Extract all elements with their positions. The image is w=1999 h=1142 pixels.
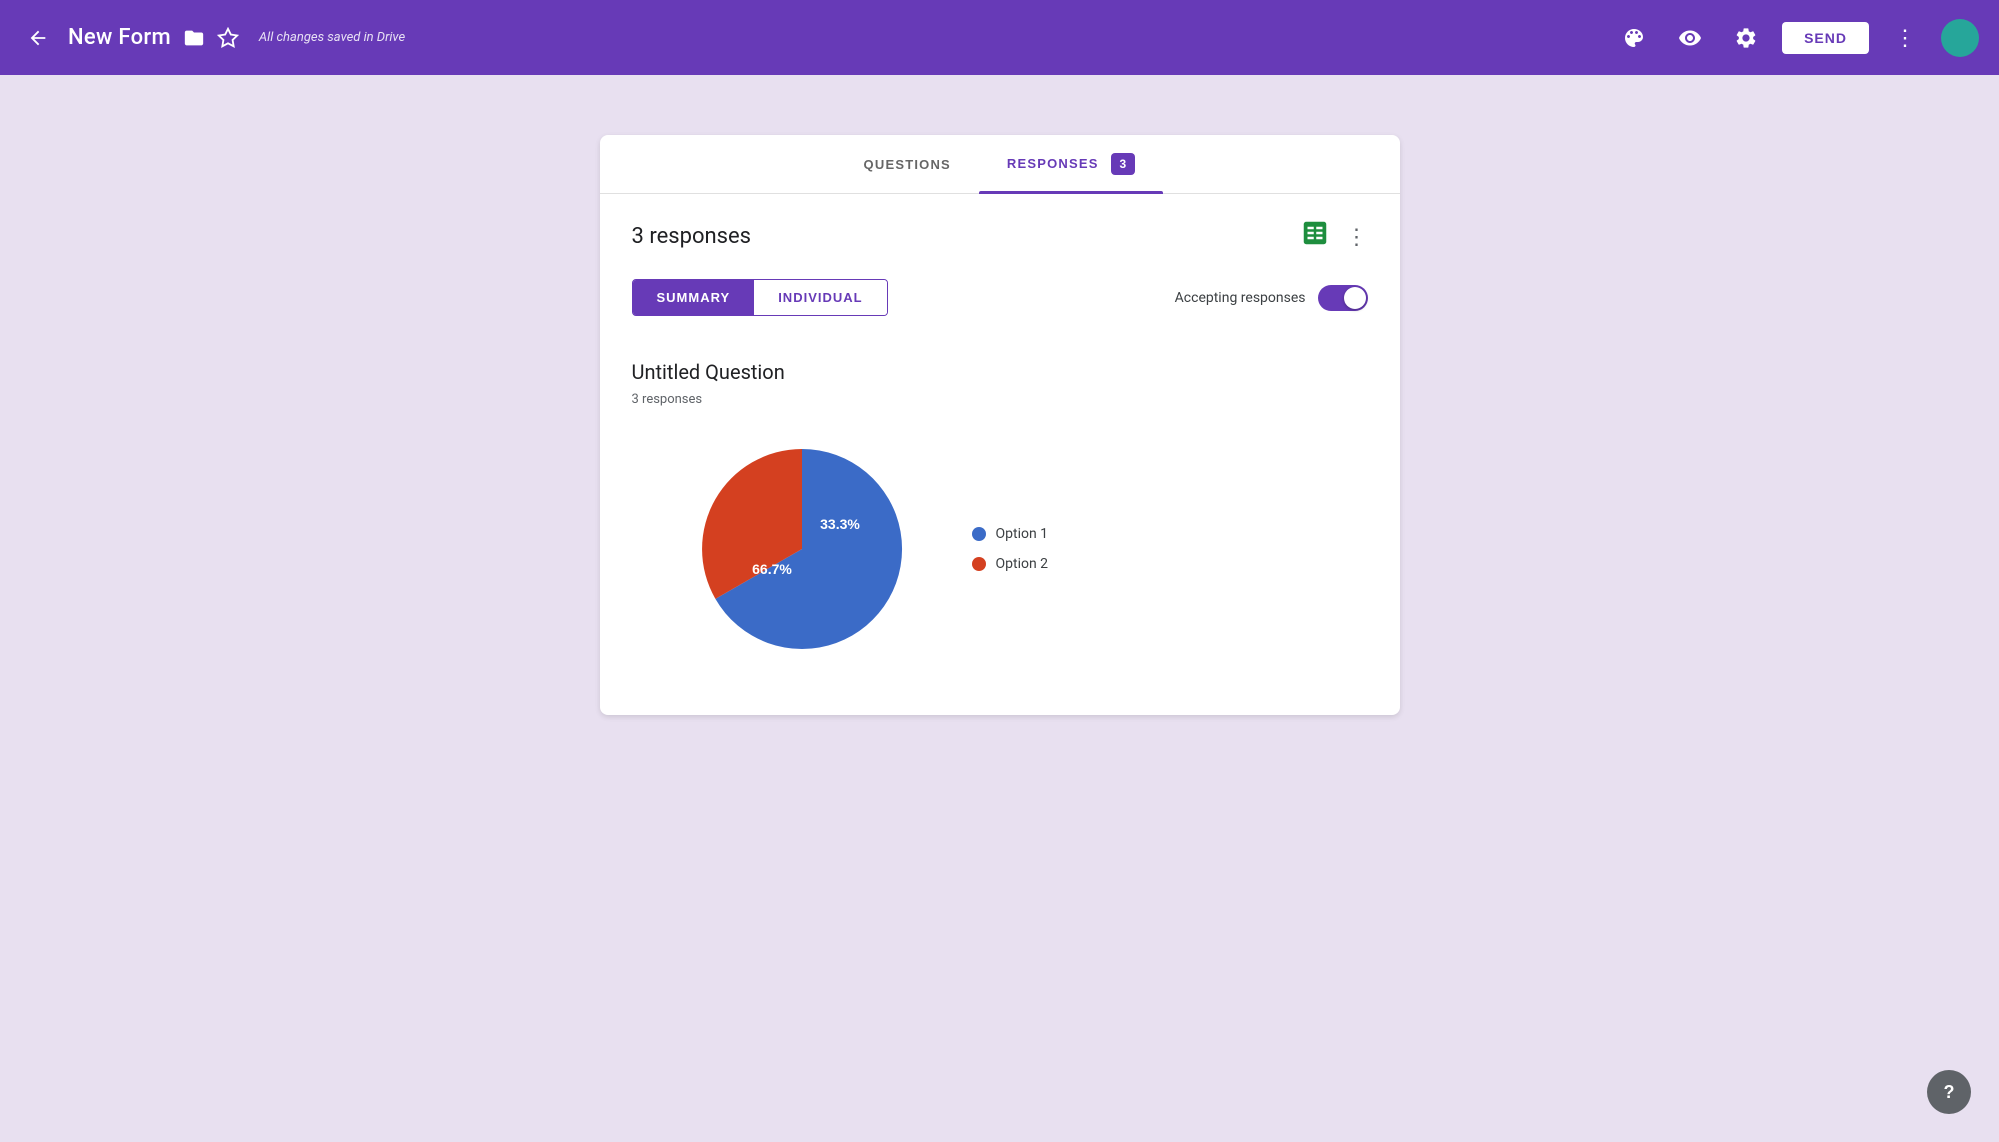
- chart-legend: Option 1 Option 2: [972, 526, 1049, 572]
- more-button[interactable]: ⋮: [1885, 18, 1925, 58]
- legend-dot-option1: [972, 527, 986, 541]
- accepting-responses-label: Accepting responses: [1175, 290, 1306, 306]
- response-more-button[interactable]: ⋮: [1346, 224, 1368, 250]
- settings-button[interactable]: [1726, 18, 1766, 58]
- app-header: New Form All changes saved in Drive SEND…: [0, 0, 1999, 75]
- individual-tab-button[interactable]: INDIVIDUAL: [754, 280, 886, 315]
- question-response-count: 3 responses: [632, 392, 1368, 407]
- question-section: Untitled Question 3 responses: [600, 336, 1400, 699]
- legend-label-option2: Option 2: [996, 556, 1049, 572]
- send-button[interactable]: SEND: [1782, 22, 1869, 54]
- response-header-actions: ⋮: [1300, 218, 1368, 255]
- toggle-buttons: SUMMARY INDIVIDUAL: [632, 279, 888, 316]
- tab-questions[interactable]: QUESTIONS: [836, 135, 979, 193]
- auto-save-label: All changes saved in Drive: [259, 30, 405, 45]
- avatar[interactable]: [1941, 19, 1979, 57]
- back-button[interactable]: [20, 20, 56, 56]
- accepting-responses-area: Accepting responses: [1175, 285, 1368, 311]
- svg-text:66.7%: 66.7%: [752, 561, 792, 577]
- palette-button[interactable]: [1614, 18, 1654, 58]
- accepting-responses-toggle[interactable]: [1318, 285, 1368, 311]
- responses-badge: 3: [1111, 153, 1135, 175]
- response-count-title: 3 responses: [632, 224, 752, 249]
- summary-tab-button[interactable]: SUMMARY: [633, 280, 755, 315]
- form-card: QUESTIONS RESPONSES 3 3 responses: [600, 135, 1400, 715]
- view-toggle: SUMMARY INDIVIDUAL Accepting responses: [600, 271, 1400, 336]
- legend-dot-option2: [972, 557, 986, 571]
- help-button[interactable]: ?: [1927, 1070, 1971, 1114]
- question-title: Untitled Question: [632, 360, 1368, 384]
- header-right: SEND ⋮: [1614, 18, 1979, 58]
- main-content: QUESTIONS RESPONSES 3 3 responses: [0, 75, 1999, 1142]
- response-header: 3 responses ⋮: [600, 194, 1400, 271]
- form-title: New Form: [68, 25, 171, 50]
- star-icon[interactable]: [217, 27, 239, 49]
- svg-text:33.3%: 33.3%: [820, 516, 860, 532]
- legend-item-option1: Option 1: [972, 526, 1049, 542]
- pie-chart: 66.7% 33.3%: [692, 439, 912, 659]
- tab-responses[interactable]: RESPONSES 3: [979, 135, 1164, 193]
- sheets-icon[interactable]: [1300, 218, 1330, 255]
- header-left: New Form All changes saved in Drive: [20, 20, 1614, 56]
- legend-label-option1: Option 1: [996, 526, 1049, 542]
- preview-button[interactable]: [1670, 18, 1710, 58]
- folder-icon[interactable]: [183, 27, 205, 49]
- tabs-bar: QUESTIONS RESPONSES 3: [600, 135, 1400, 194]
- legend-item-option2: Option 2: [972, 556, 1049, 572]
- chart-area: 66.7% 33.3% Option 1 Option 2: [632, 439, 1368, 659]
